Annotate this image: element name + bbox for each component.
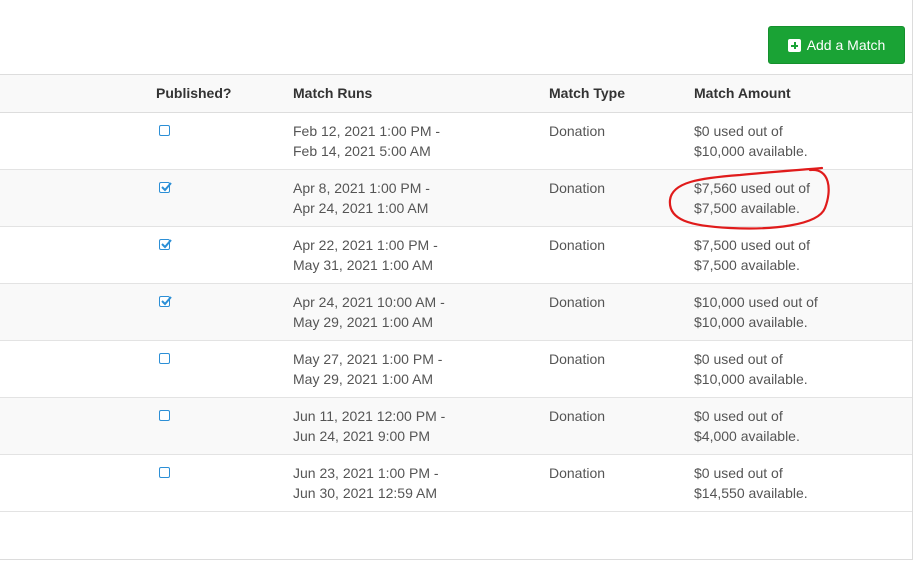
match-runs-cell-line: Feb 14, 2021 5:00 AM	[293, 143, 431, 159]
header-match-type: Match Type	[549, 85, 625, 101]
match-runs-cell-line: Apr 22, 2021 1:00 PM -	[293, 237, 438, 253]
match-amount-cell-line: $0 used out of	[694, 123, 783, 139]
match-amount-cell-line: $4,000 available.	[694, 428, 800, 444]
match-runs-cell-line: Jun 23, 2021 1:00 PM -	[293, 465, 439, 481]
match-amount-cell-line: $10,000 available.	[694, 314, 808, 330]
header-match-amount: Match Amount	[694, 85, 791, 101]
match-runs-cell-line: May 29, 2021 1:00 AM	[293, 314, 434, 330]
match-runs-cell: Apr 8, 2021 1:00 PM - Apr 24, 2021 1:00 A…	[293, 178, 430, 218]
match-runs-cell-line: Feb 12, 2021 1:00 PM -	[293, 123, 441, 139]
match-runs-cell-line: Jun 24, 2021 9:00 PM	[293, 428, 430, 444]
match-amount-cell: $7,560 used out of $7,500 available.	[694, 178, 810, 218]
header-match-runs: Match Runs	[293, 85, 373, 101]
match-amount-cell: $7,500 used out of $7,500 available.	[694, 235, 810, 275]
match-amount-cell: $0 used out of $10,000 available.	[694, 349, 808, 389]
match-amount-cell-line: $7,560 used out of	[694, 180, 810, 196]
match-amount-cell-line: $14,550 available.	[694, 485, 808, 501]
table-header: Published? Match Runs Match Type Match A…	[0, 74, 912, 113]
published-checkbox-checked[interactable]	[159, 296, 172, 307]
match-amount-cell-line: $0 used out of	[694, 351, 783, 367]
published-checkbox[interactable]	[159, 125, 170, 136]
published-checkbox[interactable]	[159, 410, 170, 421]
match-amount-cell-line: $0 used out of	[694, 465, 783, 481]
match-runs-cell-line: May 27, 2021 1:00 PM -	[293, 351, 443, 367]
check-icon	[161, 182, 172, 192]
match-amount-cell-line: $7,500 available.	[694, 200, 800, 216]
match-amount-cell-line: $10,000 available.	[694, 143, 808, 159]
match-runs-cell-line: Apr 24, 2021 1:00 AM	[293, 200, 429, 216]
table-row: Apr 8, 2021 1:00 PM - Apr 24, 2021 1:00 A…	[0, 170, 912, 227]
table-row: Apr 22, 2021 1:00 PM - May 31, 2021 1:00 …	[0, 227, 912, 284]
match-amount-cell: $10,000 used out of $10,000 available.	[694, 292, 818, 332]
header-published: Published?	[156, 85, 232, 101]
match-type-cell: Donation	[549, 294, 606, 310]
match-amount-cell-line: $10,000 available.	[694, 371, 808, 387]
match-amount-cell: $0 used out of $4,000 available.	[694, 406, 800, 446]
match-amount-cell-line: $0 used out of	[694, 408, 783, 424]
table-row: May 27, 2021 1:00 PM - May 29, 2021 1:00 …	[0, 341, 912, 398]
table-row: Apr 24, 2021 10:00 AM - May 29, 2021 1:00…	[0, 284, 912, 341]
add-match-label: Add a Match	[806, 37, 886, 53]
match-amount-cell: $0 used out of $10,000 available.	[694, 121, 808, 161]
match-runs-cell-line: May 29, 2021 1:00 AM	[293, 371, 434, 387]
table-row: Jun 11, 2021 12:00 PM - Jun 24, 2021 9:00…	[0, 398, 912, 455]
match-type-cell: Donation	[549, 351, 606, 367]
table-body: Feb 12, 2021 1:00 PM - Feb 14, 2021 5:00 …	[0, 113, 912, 512]
match-runs-cell: Jun 11, 2021 12:00 PM - Jun 24, 2021 9:00…	[293, 406, 445, 446]
check-icon	[161, 239, 172, 249]
match-type-cell: Donation	[549, 123, 606, 139]
match-amount-cell: $0 used out of $14,550 available.	[694, 463, 808, 503]
match-runs-cell: Apr 22, 2021 1:00 PM - May 31, 2021 1:00 …	[293, 235, 438, 275]
published-checkbox-checked[interactable]	[159, 182, 172, 193]
published-checkbox[interactable]	[159, 353, 170, 364]
matches-table: Published? Match Runs Match Type Match A…	[0, 74, 912, 512]
table-row: Feb 12, 2021 1:00 PM - Feb 14, 2021 5:00 …	[0, 113, 912, 170]
table-row: Jun 23, 2021 1:00 PM - Jun 30, 2021 12:59…	[0, 455, 912, 512]
check-icon	[161, 296, 172, 306]
add-match-button[interactable]: Add a Match	[768, 26, 905, 64]
match-type-cell: Donation	[549, 465, 606, 481]
match-runs-cell-line: Apr 8, 2021 1:00 PM -	[293, 180, 430, 196]
match-type-cell: Donation	[549, 237, 606, 253]
match-type-cell: Donation	[549, 408, 606, 424]
match-amount-cell-line: $7,500 available.	[694, 257, 800, 273]
page: Add a Match Published? Match Runs Match …	[0, 0, 918, 571]
published-checkbox[interactable]	[159, 467, 170, 478]
match-type-cell: Donation	[549, 180, 606, 196]
match-runs-cell-line: Apr 24, 2021 10:00 AM -	[293, 294, 445, 310]
match-runs-cell-line: Jun 30, 2021 12:59 AM	[293, 485, 437, 501]
published-checkbox-checked[interactable]	[159, 239, 172, 250]
match-runs-cell: Feb 12, 2021 1:00 PM - Feb 14, 2021 5:00 …	[293, 121, 440, 161]
match-runs-cell: Jun 23, 2021 1:00 PM - Jun 30, 2021 12:59…	[293, 463, 439, 503]
match-runs-cell-line: Jun 11, 2021 12:00 PM -	[293, 408, 446, 424]
match-runs-cell-line: May 31, 2021 1:00 AM	[293, 257, 434, 273]
match-runs-cell: Apr 24, 2021 10:00 AM - May 29, 2021 1:00…	[293, 292, 445, 332]
match-runs-cell: May 27, 2021 1:00 PM - May 29, 2021 1:00 …	[293, 349, 442, 389]
match-amount-cell-line: $7,500 used out of	[694, 237, 810, 253]
match-amount-cell-line: $10,000 used out of	[694, 294, 818, 310]
plus-square-icon	[787, 38, 801, 52]
